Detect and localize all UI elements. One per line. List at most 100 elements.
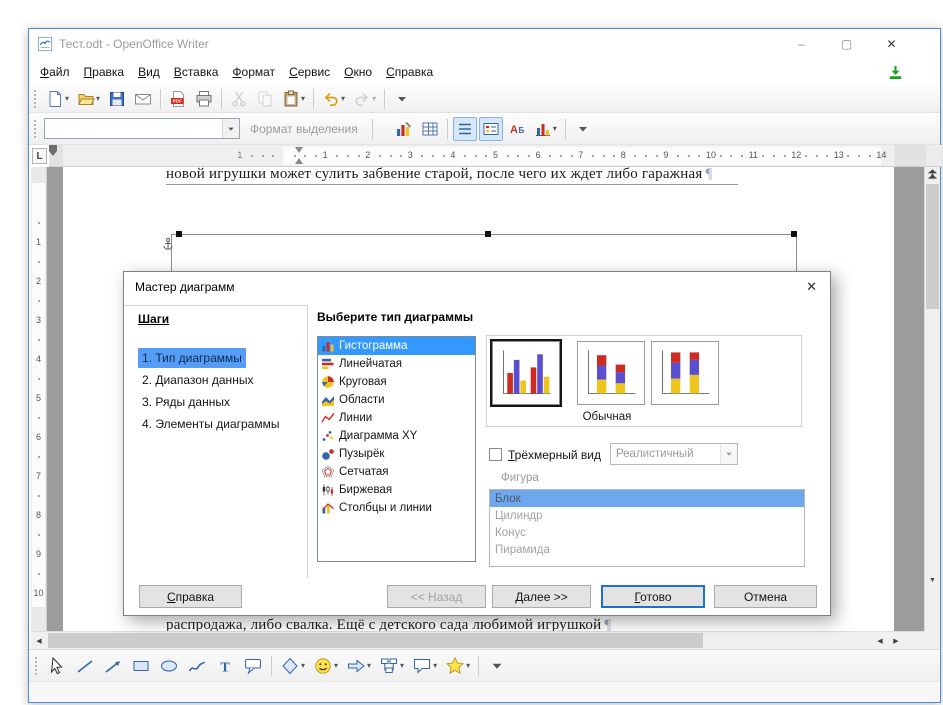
vertical-scroll-thumb[interactable] [926,184,939,309]
subtype-normal-thumbnail[interactable] [490,339,562,407]
new-document-button[interactable]: ▾ [43,87,72,111]
chart-type-item[interactable]: Гистограмма [318,337,475,355]
ellipse-button[interactable] [156,654,182,678]
tab-type-selector[interactable]: L [32,148,47,164]
toolbar-overflow-button[interactable] [390,87,414,111]
chart-type-item[interactable]: Столбцы и линии [318,499,475,517]
horizontal-scroll-thumb[interactable] [48,633,703,648]
dropdown-arrow-icon[interactable]: ▾ [65,94,69,103]
email-button[interactable] [131,87,155,111]
scheme-dropdown-button[interactable] [720,444,737,464]
dialog-close-button[interactable]: ✕ [806,279,817,295]
finish-button[interactable]: Готово [601,585,705,608]
wizard-step[interactable]: 2. Диапазон данных [138,370,257,390]
help-button[interactable]: Справка [139,585,242,608]
undo-button[interactable]: ▾ [319,87,348,111]
selection-handle[interactable] [485,231,491,237]
chart-type-button[interactable] [392,117,416,141]
menu-item[interactable]: Вставка [167,62,226,82]
flowchart-button[interactable]: ▾ [376,654,407,678]
select-button[interactable] [44,654,70,678]
block-arrows-button[interactable]: ▾ [343,654,374,678]
selection-handle[interactable] [176,231,182,237]
callouts-button[interactable]: ▾ [409,654,440,678]
paragraph-text[interactable]: распродажа, либо свалка. Ещё с детского … [166,617,611,631]
wizard-step[interactable]: 1. Тип диаграммы [138,348,246,368]
dropdown-arrow-icon[interactable]: ▾ [466,661,470,670]
chart-object-frame-top[interactable] [171,234,796,235]
symbol-shapes-button[interactable]: ▾ [310,654,341,678]
freeform-button[interactable] [184,654,210,678]
first-line-indent-marker[interactable] [295,147,303,153]
menu-item[interactable]: Вид [131,62,167,82]
scroll-down-button[interactable]: ▼ [925,572,940,588]
export-pdf-button[interactable]: PDF [166,87,190,111]
legend-toggle-button[interactable] [478,116,503,141]
toolbar-overflow-button[interactable] [484,654,510,678]
dialog-titlebar[interactable]: Мастер диаграмм [124,272,830,302]
toolbar-grip[interactable] [34,89,38,108]
chart-type-item[interactable]: Сетчатая [318,463,475,481]
chart-type-item[interactable]: Круговая [318,373,475,391]
selection-combobox[interactable] [44,118,240,139]
dropdown-arrow-icon[interactable]: ▾ [301,94,305,103]
scroll-left-button[interactable]: ◀ [31,632,47,649]
chart-type-item[interactable]: Линейчатая [318,355,475,373]
vertical-scrollbar[interactable]: ▲ ▼ [924,167,940,631]
scroll-up-button[interactable]: ▲ [925,167,940,183]
stars-button[interactable]: ▾ [442,654,473,678]
subtype-stacked-thumbnail[interactable] [577,341,645,405]
paste-button[interactable]: ▾ [279,87,308,111]
dropdown-arrow-icon[interactable]: ▾ [334,661,338,670]
scale-text-button[interactable]: АБ [505,117,529,141]
toolbar-grip[interactable] [34,119,38,138]
arrow-button[interactable] [100,654,126,678]
line-button[interactable] [72,654,98,678]
rectangle-button[interactable] [128,654,154,678]
menu-item[interactable]: Справка [379,62,440,82]
dropdown-arrow-icon[interactable]: ▾ [341,94,345,103]
three-d-scheme-select[interactable]: Реалистичный [610,443,738,465]
minimize-button[interactable]: – [779,29,824,59]
wizard-step[interactable]: 3. Ряды данных [138,392,234,412]
text-button[interactable]: T [212,654,238,678]
copy-button[interactable] [253,87,277,111]
chart-type-item[interactable]: Пузырёк [318,445,475,463]
redo-button[interactable]: ▾ [350,87,379,111]
shape-option[interactable]: Конус [490,524,804,541]
vertical-ruler[interactable]: 1 2 3 4 5 6 7 8 9 10 [31,167,47,631]
dropdown-arrow-icon[interactable]: ▾ [96,94,100,103]
titlebar[interactable]: Тест.odt - OpenOffice Writer – ▢ ✕ [29,29,940,59]
basic-shapes-button[interactable]: ▾ [277,654,308,678]
dropdown-arrow-icon[interactable]: ▾ [400,661,404,670]
callout-button[interactable] [240,654,266,678]
selection-combo-input[interactable] [45,119,222,138]
close-button[interactable]: ✕ [869,29,914,59]
maximize-button[interactable]: ▢ [824,29,869,59]
subtype-percent-thumbnail[interactable] [651,341,719,405]
toolbar-overflow-button[interactable] [571,117,595,141]
wizard-step[interactable]: 4. Элементы диаграммы [138,414,283,434]
horizontal-scrollbar[interactable]: ◀ ◀ ▶ [31,631,926,649]
print-button[interactable] [192,87,216,111]
dropdown-arrow-icon[interactable]: ▾ [433,661,437,670]
data-table-button[interactable] [418,117,442,141]
menu-item[interactable]: Правка [77,62,132,82]
three-d-checkbox[interactable] [489,448,502,461]
shape-option[interactable]: Цилиндр [490,507,804,524]
back-button[interactable]: << Назад [387,585,486,608]
chart-gallery-button[interactable]: ▾ [531,117,560,141]
dropdown-arrow-icon[interactable]: ▾ [372,94,376,103]
scroll-prev-button[interactable]: ◀ [872,632,888,649]
open-button[interactable]: ▾ [74,87,103,111]
shape-listbox[interactable]: Блок Цилиндр Конус Пирамида [489,489,805,567]
chart-type-item[interactable]: Области [318,391,475,409]
menu-item[interactable]: Сервис [282,62,337,82]
next-button[interactable]: Далее >> [492,585,591,608]
shape-option[interactable]: Пирамида [490,541,804,558]
menu-item[interactable]: Окно [337,62,379,82]
chart-type-item[interactable]: Биржевая [318,481,475,499]
save-button[interactable] [105,87,129,111]
ruler-position-marker[interactable] [49,145,57,156]
cancel-button[interactable]: Отмена [714,585,817,608]
